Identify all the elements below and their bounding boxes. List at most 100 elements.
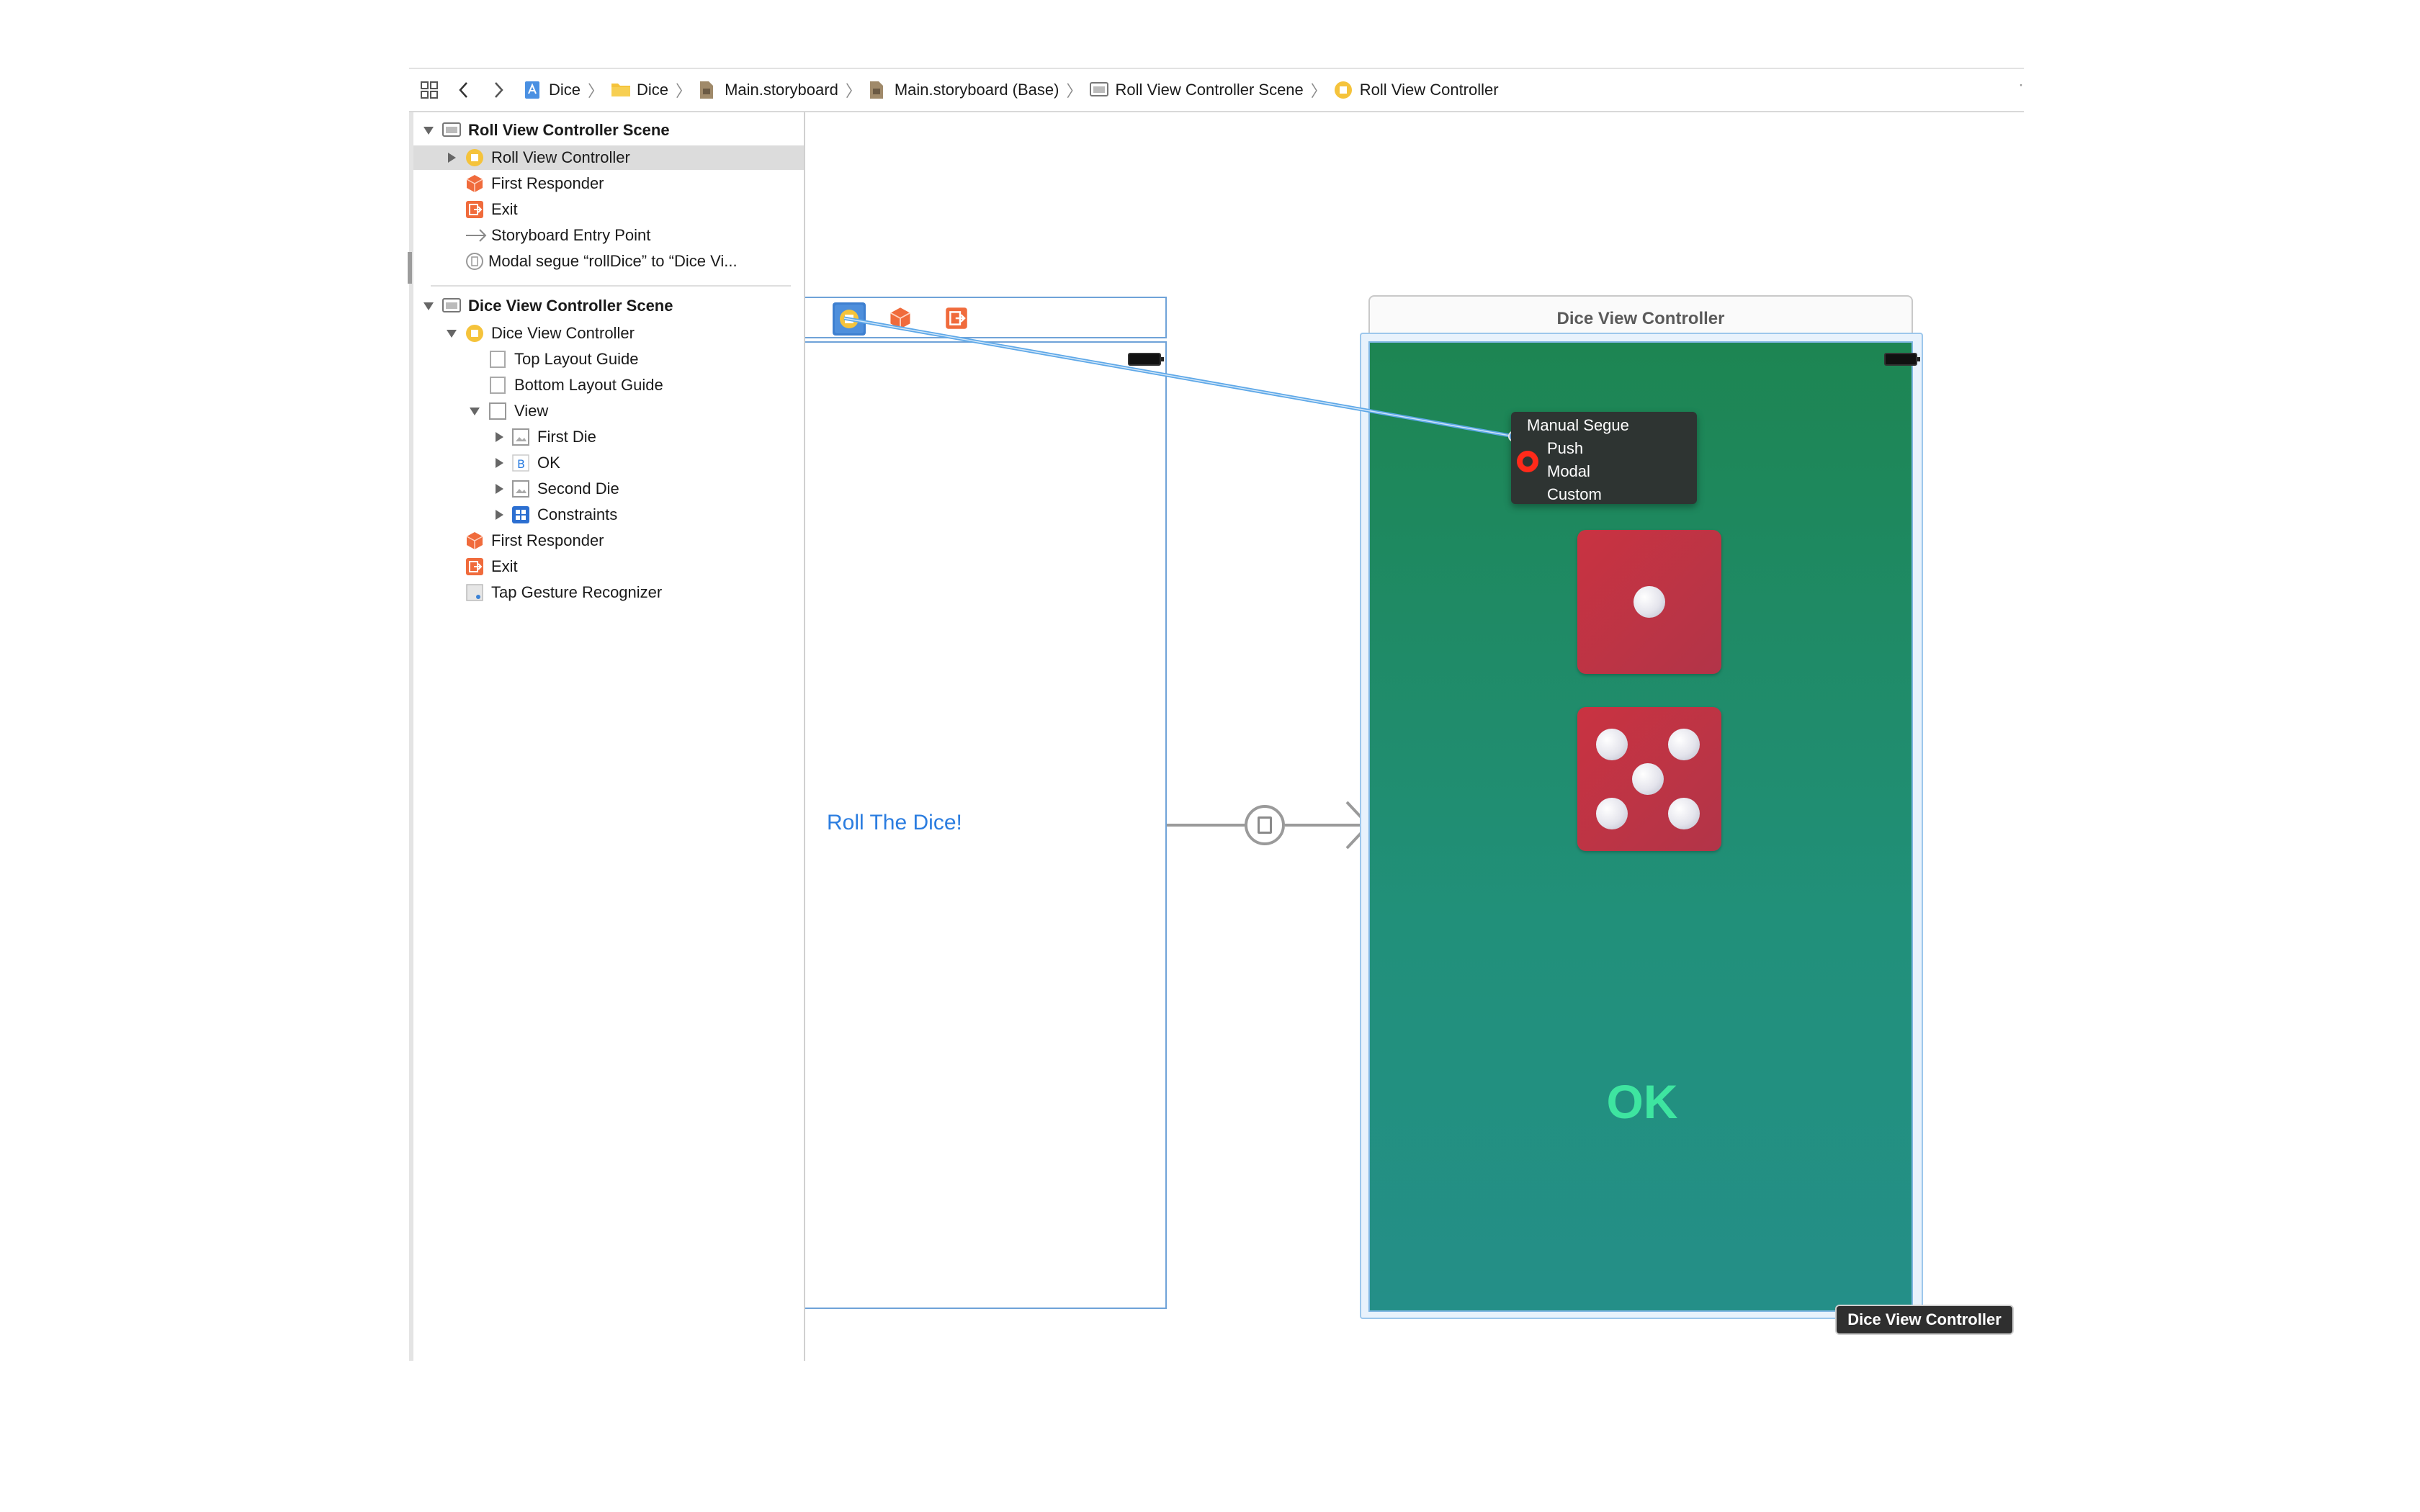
constraints-icon bbox=[511, 505, 530, 524]
die-pip bbox=[1634, 586, 1665, 618]
storyboard-file-icon bbox=[699, 81, 717, 99]
layout-guide-icon bbox=[488, 350, 507, 369]
first-die[interactable] bbox=[1577, 530, 1721, 674]
breadcrumb-label: Dice bbox=[549, 81, 581, 99]
outline-label: Second Die bbox=[537, 480, 619, 498]
disclosure-open-icon[interactable] bbox=[468, 405, 481, 418]
forward-chevron-icon[interactable] bbox=[484, 76, 513, 104]
breadcrumb-separator: 〉 bbox=[1310, 82, 1327, 100]
disclosure-open-icon[interactable] bbox=[445, 327, 458, 340]
outline-row-first-responder[interactable]: First Responder bbox=[413, 171, 804, 196]
outline-row-view[interactable]: View bbox=[413, 399, 804, 423]
breadcrumb-separator: 〉 bbox=[676, 82, 692, 100]
die-pip bbox=[1668, 729, 1700, 760]
battery-icon bbox=[1884, 353, 1920, 366]
modal-segue-glyph-icon bbox=[1258, 816, 1272, 834]
menu-item-push[interactable]: Push bbox=[1547, 439, 1583, 458]
breadcrumb-separator: 〉 bbox=[1066, 82, 1083, 100]
menu-item-modal[interactable]: Modal bbox=[1547, 462, 1590, 481]
button-icon: B bbox=[511, 454, 530, 472]
scene-tooltip: Dice View Controller bbox=[1835, 1305, 2014, 1335]
arrow-right-icon bbox=[465, 226, 487, 245]
document-outline: Roll View Controller Scene Roll View Con… bbox=[413, 112, 805, 1361]
outline-row-bottom-layout-guide[interactable]: Bottom Layout Guide bbox=[413, 373, 804, 397]
exit-icon bbox=[465, 557, 484, 576]
disclosure-open-icon[interactable] bbox=[422, 124, 435, 137]
view-icon bbox=[488, 402, 507, 420]
project-icon bbox=[523, 81, 542, 99]
outline-row-modal-segue[interactable]: Modal segue “rollDice” to “Dice Vi... bbox=[413, 249, 804, 274]
disclosure-closed-icon[interactable] bbox=[493, 431, 506, 444]
outline-row-ok-button[interactable]: B OK bbox=[413, 451, 804, 475]
outline-label: First Die bbox=[537, 428, 596, 446]
menu-header: Manual Segue bbox=[1527, 416, 1629, 434]
svg-text:B: B bbox=[517, 457, 525, 471]
outline-label: OK bbox=[537, 454, 560, 472]
scene-icon bbox=[442, 121, 461, 140]
view-controller-icon bbox=[465, 324, 484, 343]
image-view-icon bbox=[511, 480, 530, 498]
breadcrumb-folder[interactable]: Dice bbox=[611, 81, 668, 99]
view-controller-icon bbox=[465, 148, 484, 167]
outline-label: Storyboard Entry Point bbox=[491, 226, 651, 244]
manual-segue-menu: Manual Segue Push Modal Custom bbox=[1511, 412, 1697, 504]
disclosure-closed-icon[interactable] bbox=[493, 508, 506, 521]
die-pip bbox=[1596, 798, 1628, 829]
outline-label: Top Layout Guide bbox=[514, 350, 639, 368]
outline-row-exit[interactable]: Exit bbox=[413, 197, 804, 222]
breadcrumb-label: Roll View Controller bbox=[1359, 81, 1499, 99]
die-pip bbox=[1596, 729, 1628, 760]
outline-label: Exit bbox=[491, 557, 518, 575]
disclosure-open-icon[interactable] bbox=[422, 300, 435, 312]
outline-label: Bottom Layout Guide bbox=[514, 376, 663, 394]
jump-bar-overflow-mark: · bbox=[2018, 75, 2024, 94]
disclosure-closed-icon[interactable] bbox=[493, 456, 506, 469]
breadcrumb-label: Main.storyboard (Base) bbox=[894, 81, 1059, 99]
ok-button[interactable]: OK bbox=[1577, 1074, 1707, 1129]
disclosure-closed-icon[interactable] bbox=[493, 482, 506, 495]
outline-label: View bbox=[514, 402, 549, 420]
breadcrumb-storyboard-base[interactable]: Main.storyboard (Base) bbox=[869, 81, 1059, 99]
outline-row-roll-scene[interactable]: Roll View Controller Scene bbox=[413, 118, 804, 143]
breadcrumb-separator: 〉 bbox=[588, 82, 604, 100]
outline-label: Roll View Controller bbox=[491, 148, 630, 166]
outline-row-exit-2[interactable]: Exit bbox=[413, 554, 804, 579]
back-chevron-icon[interactable] bbox=[449, 76, 478, 104]
outline-label: Roll View Controller Scene bbox=[468, 121, 670, 139]
outline-label: Dice View Controller bbox=[491, 324, 635, 342]
related-items-icon[interactable] bbox=[415, 76, 444, 104]
folder-icon bbox=[611, 81, 631, 99]
outline-divider bbox=[431, 285, 791, 287]
breadcrumb-scene[interactable]: Roll View Controller Scene bbox=[1089, 81, 1304, 99]
breadcrumb-storyboard[interactable]: Main.storyboard bbox=[699, 81, 838, 99]
outline-row-first-die[interactable]: First Die bbox=[413, 425, 804, 449]
segue-icon bbox=[465, 252, 484, 271]
breadcrumb-label: Roll View Controller Scene bbox=[1115, 81, 1304, 99]
outline-row-first-responder-2[interactable]: First Responder bbox=[413, 528, 804, 553]
die-pip bbox=[1668, 798, 1700, 829]
outline-row-constraints[interactable]: Constraints bbox=[413, 503, 804, 527]
outline-row-second-die[interactable]: Second Die bbox=[413, 477, 804, 501]
outline-row-dice-scene[interactable]: Dice View Controller Scene bbox=[413, 294, 804, 318]
outline-row-top-layout-guide[interactable]: Top Layout Guide bbox=[413, 347, 804, 372]
breadcrumb-label: Main.storyboard bbox=[725, 81, 838, 99]
outline-label: Tap Gesture Recognizer bbox=[491, 583, 663, 601]
outline-label: Exit bbox=[491, 200, 518, 218]
storyboard-file-icon bbox=[869, 81, 887, 99]
outline-row-dice-view-controller[interactable]: Dice View Controller bbox=[413, 321, 804, 346]
breadcrumb-view-controller[interactable]: Roll View Controller bbox=[1334, 81, 1499, 99]
outline-row-tap-gesture[interactable]: Tap Gesture Recognizer bbox=[413, 580, 804, 605]
split-handle[interactable] bbox=[408, 252, 412, 284]
menu-item-custom[interactable]: Custom bbox=[1547, 485, 1602, 504]
roll-the-dice-button[interactable]: Roll The Dice! bbox=[827, 811, 962, 835]
outline-label: First Responder bbox=[491, 174, 604, 192]
outline-row-roll-view-controller[interactable]: Roll View Controller bbox=[413, 145, 804, 170]
outline-row-entry-point[interactable]: Storyboard Entry Point bbox=[413, 223, 804, 248]
first-responder-icon bbox=[465, 531, 484, 550]
disclosure-closed-icon[interactable] bbox=[445, 151, 458, 164]
exit-icon bbox=[465, 200, 484, 219]
scene-icon bbox=[1089, 81, 1108, 99]
first-responder-icon bbox=[465, 174, 484, 193]
second-die[interactable] bbox=[1577, 707, 1721, 851]
breadcrumb-project[interactable]: Dice bbox=[523, 81, 581, 99]
